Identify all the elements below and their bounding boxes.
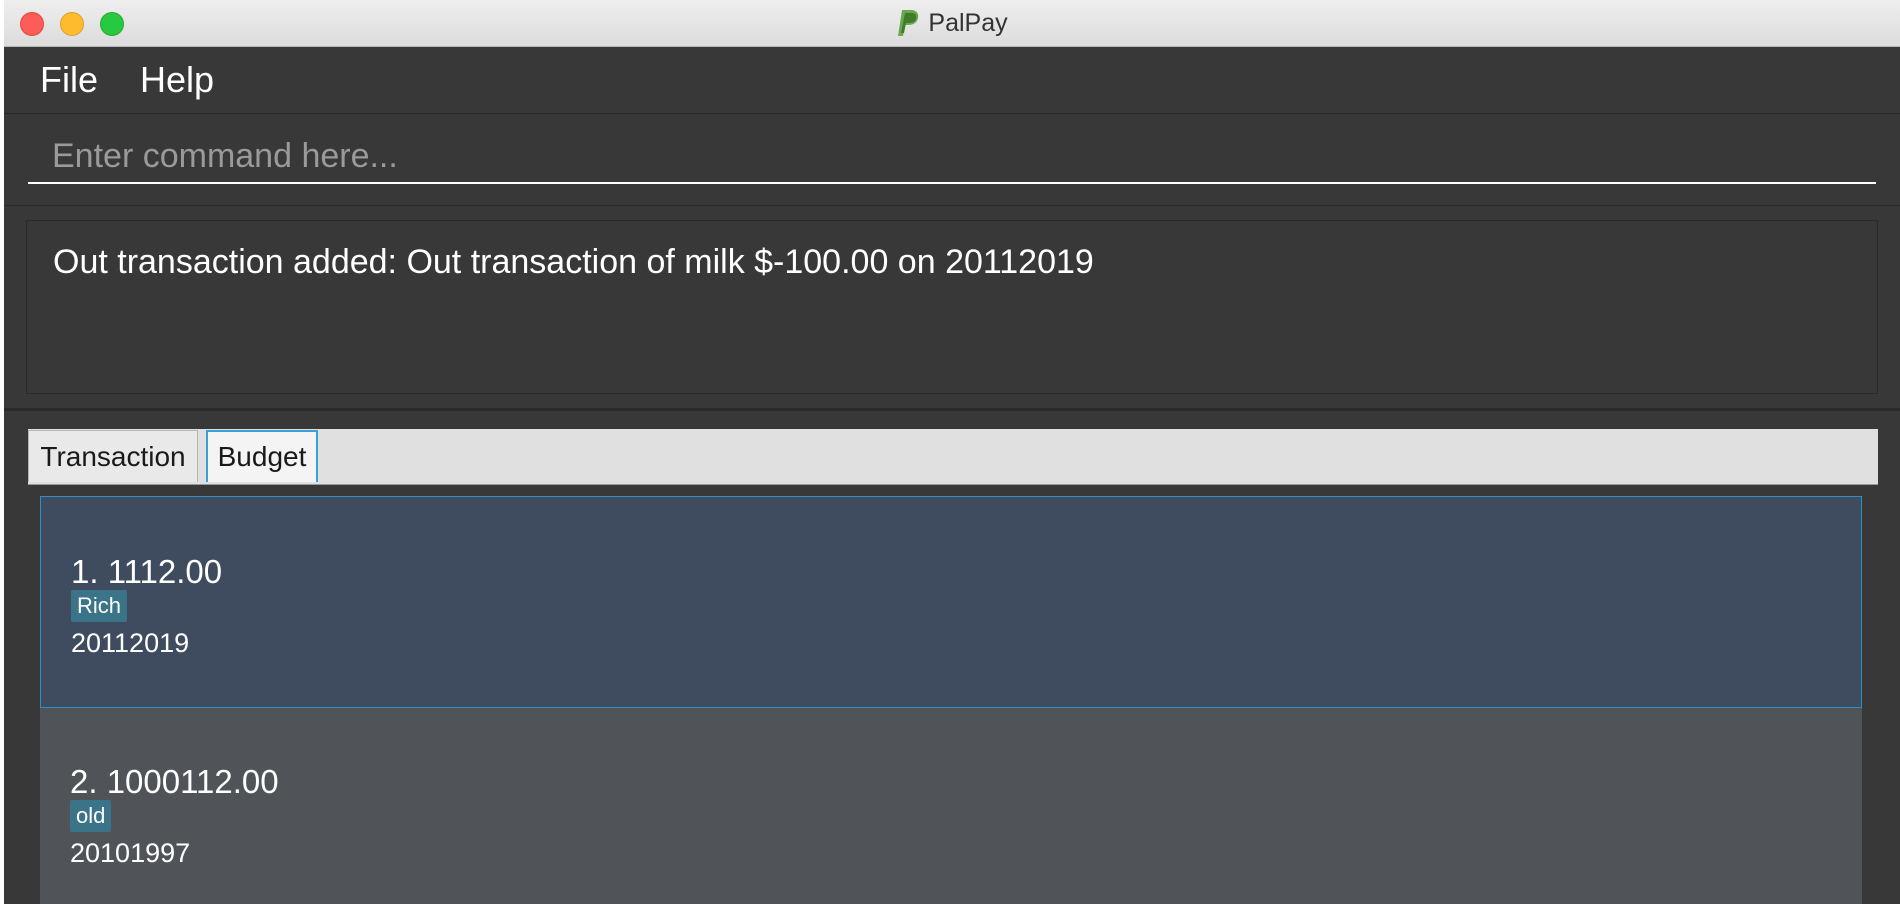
command-box-panel bbox=[4, 114, 1900, 206]
tab-pane: Transaction Budget 1. 1112.00 Rich 20112… bbox=[28, 429, 1878, 904]
budget-card[interactable]: 1. 1112.00 Rich 20112019 bbox=[40, 496, 1862, 708]
menu-file[interactable]: File bbox=[40, 59, 98, 101]
menu-bar: File Help bbox=[4, 47, 1900, 114]
window-title-group: PalPay bbox=[4, 0, 1900, 46]
title-bar: PalPay bbox=[4, 0, 1900, 47]
budget-list[interactable]: 1. 1112.00 Rich 20112019 2. 1000112.00 o… bbox=[28, 485, 1878, 904]
budget-card[interactable]: 2. 1000112.00 old 20101997 bbox=[40, 708, 1862, 904]
result-display: Out transaction added: Out transaction o… bbox=[26, 220, 1878, 394]
tab-header: Transaction Budget bbox=[28, 429, 1878, 485]
app-window: PalPay File Help Out transaction added: … bbox=[4, 0, 1900, 904]
budget-tag: old bbox=[70, 800, 112, 832]
budget-tag: Rich bbox=[71, 590, 128, 622]
budget-date: 20112019 bbox=[71, 628, 190, 658]
budget-date: 20101997 bbox=[70, 838, 191, 868]
window-title: PalPay bbox=[928, 8, 1008, 37]
result-display-panel: Out transaction added: Out transaction o… bbox=[4, 206, 1900, 411]
tab-transaction[interactable]: Transaction bbox=[28, 430, 198, 482]
tab-budget[interactable]: Budget bbox=[206, 430, 318, 482]
paypal-logo-icon bbox=[898, 10, 919, 36]
budget-amount: 1. 1112.00 bbox=[71, 553, 223, 590]
budget-amount: 2. 1000112.00 bbox=[70, 763, 279, 800]
command-input[interactable] bbox=[28, 130, 1876, 184]
menu-help[interactable]: Help bbox=[140, 59, 214, 101]
